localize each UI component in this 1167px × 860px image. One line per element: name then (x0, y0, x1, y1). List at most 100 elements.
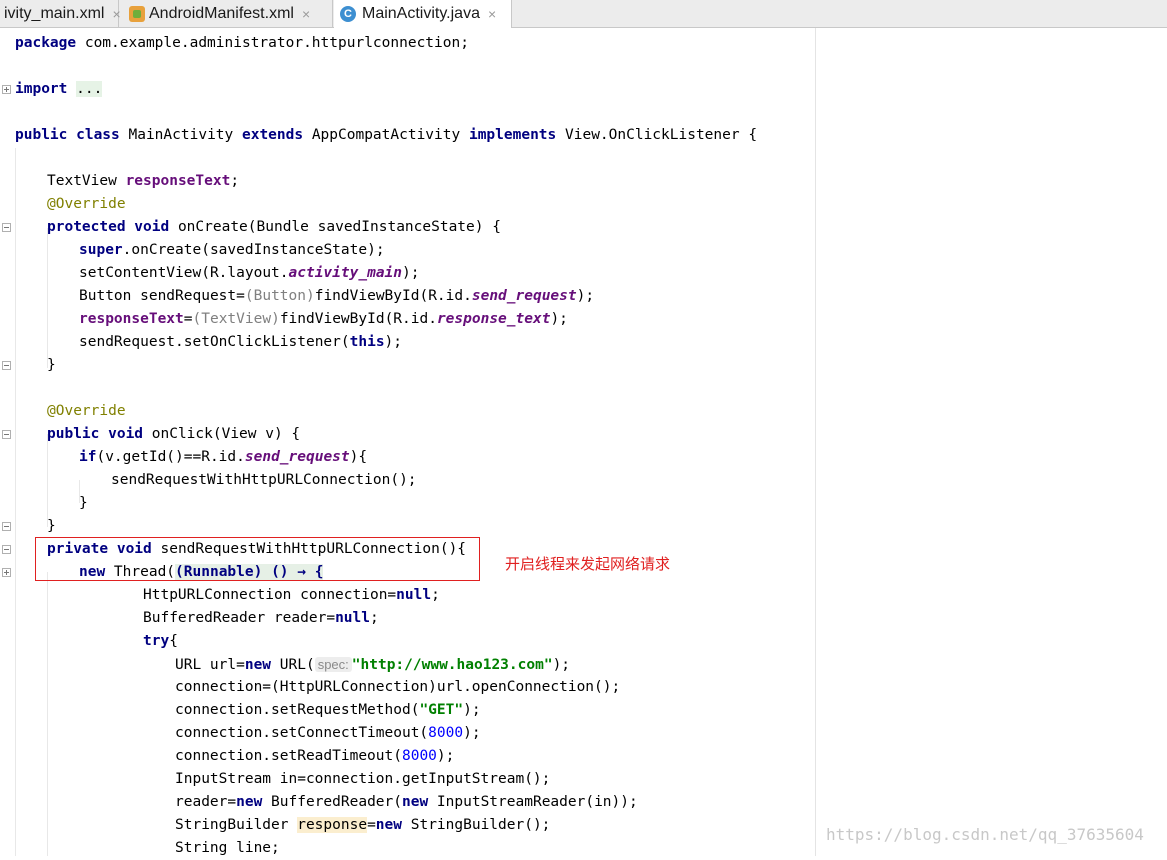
code-text: URL( (271, 657, 315, 673)
code-text: HttpURLConnection connection= (143, 587, 397, 603)
watermark: https://blog.csdn.net/qq_37635604 (826, 825, 1144, 844)
close-icon[interactable]: × (488, 6, 496, 22)
keyword: new (375, 817, 402, 833)
code-line-18: public void onClick(View v) { (47, 423, 300, 446)
indent-guide (47, 572, 48, 856)
keyword: public void (47, 426, 144, 442)
code-text: ); (550, 311, 568, 327)
code-line-28: URL url=new URL(spec: "http://www.hao123.… (175, 653, 570, 676)
code-line-33: InputStream in=connection.getInputStream… (175, 768, 550, 791)
code-text: reader= (175, 794, 237, 810)
code-text: BufferedReader( (262, 794, 402, 810)
code-text: connection.setConnectTimeout( (175, 725, 429, 741)
code-text: = (367, 817, 376, 833)
annotation: @Override (47, 196, 126, 212)
tab-activity-main-xml[interactable]: ivity_main.xml × (0, 0, 121, 27)
tab-android-manifest-xml[interactable]: AndroidManifest.xml × (123, 0, 333, 27)
static-field: send_request (244, 449, 350, 465)
annotation: @Override (47, 403, 126, 419)
fold-collapse-icon[interactable] (2, 430, 11, 439)
static-field: response_text (436, 311, 551, 327)
code-line-36: String line; (175, 837, 280, 860)
code-text: setContentView(R.layout. (79, 265, 289, 281)
code-text: connection.setRequestMethod( (175, 702, 420, 718)
code-text: findViewById(R.id. (279, 311, 437, 327)
fold-expand-icon[interactable] (2, 85, 11, 94)
editor-tab-bar: ivity_main.xml × AndroidManifest.xml × C… (0, 0, 1167, 28)
code-text: = (183, 311, 193, 327)
code-text: ; (431, 587, 440, 603)
code-text: onClick(View v) { (143, 426, 301, 442)
code-text: AppCompatActivity (303, 127, 469, 143)
code-text: } (47, 518, 56, 534)
code-text: InputStreamReader(in)); (428, 794, 638, 810)
fold-collapse-icon[interactable] (2, 223, 11, 232)
keyword: this (349, 334, 385, 350)
code-text: Button sendRequest= (79, 288, 245, 304)
code-text: connection=(HttpURLConnection)url.openCo… (175, 679, 621, 695)
code-text: ); (402, 265, 420, 281)
code-text: } (47, 357, 56, 373)
code-text: ); (384, 334, 403, 350)
code-text: sendRequestWithHttpURLConnection(); (111, 472, 417, 488)
code-line-7: TextView responseText; (47, 170, 239, 193)
code-line-20: sendRequestWithHttpURLConnection(); (111, 469, 417, 492)
code-text: StringBuilder (175, 817, 298, 833)
code-text: .onCreate(savedInstanceState); (122, 242, 385, 258)
fold-expand-icon[interactable] (2, 568, 11, 577)
code-text: ); (436, 748, 455, 764)
code-line-32: connection.setReadTimeout(8000); (175, 745, 454, 768)
code-text: String line; (175, 840, 280, 856)
code-line-26: BufferedReader reader=null; (143, 607, 379, 630)
close-icon[interactable]: × (112, 6, 120, 22)
tab-label: ivity_main.xml (4, 4, 105, 22)
tab-label: MainActivity.java (362, 5, 480, 22)
static-field: send_request (471, 288, 577, 304)
highlighted-variable: response (297, 817, 368, 833)
code-text: ){ (349, 449, 368, 465)
code-line-34: reader=new BufferedReader(new InputStrea… (175, 791, 638, 814)
code-text: MainActivity (119, 127, 242, 143)
redundant-cast: (Button) (244, 288, 315, 304)
close-icon[interactable]: × (302, 6, 310, 22)
fold-collapse-icon[interactable] (2, 522, 11, 531)
fold-gutter (0, 28, 14, 856)
code-line-29: connection=(HttpURLConnection)url.openCo… (175, 676, 620, 699)
code-line-30: connection.setRequestMethod("GET"); (175, 699, 481, 722)
code-line-8: @Override (47, 193, 126, 216)
field: responseText (79, 311, 184, 327)
code-line-14: sendRequest.setOnClickListener(this); (79, 331, 402, 354)
keyword: protected void (47, 219, 170, 235)
code-text: findViewById(R.id. (314, 288, 472, 304)
indent-guide (47, 434, 48, 527)
keyword: import (15, 81, 68, 97)
code-line-35: StringBuilder response=new StringBuilder… (175, 814, 550, 837)
fold-collapse-icon[interactable] (2, 545, 11, 554)
keyword: try (143, 633, 170, 649)
field: responseText (125, 173, 231, 189)
code-text: ; (369, 610, 379, 626)
string-literal: "GET" (419, 702, 464, 718)
xml-file-icon (129, 5, 145, 22)
code-text: ); (463, 702, 481, 718)
tab-main-activity-java[interactable]: C MainActivity.java × (334, 0, 512, 28)
code-text: onCreate(Bundle savedInstanceState) { (169, 219, 501, 235)
code-line-3: import ... (15, 78, 103, 101)
keyword: implements (468, 127, 557, 143)
code-text: } (79, 495, 88, 511)
code-line-27: try{ (143, 630, 178, 653)
keyword: new (236, 794, 263, 810)
string-literal: "http://www.hao123.com" (351, 657, 553, 673)
keyword: new (244, 657, 272, 673)
fold-collapse-icon[interactable] (2, 361, 11, 370)
code-editor[interactable]: package com.example.administrator.httpur… (0, 28, 1167, 856)
code-text: InputStream in=connection.getInputStream… (175, 771, 551, 787)
code-line-19: if(v.getId()==R.id.send_request){ (79, 446, 367, 469)
code-line-12: Button sendRequest=(Button)findViewById(… (79, 285, 594, 308)
folded-imports[interactable]: ... (76, 81, 103, 97)
code-text: ; (230, 173, 240, 189)
keyword: extends (241, 127, 304, 143)
code-line-1: package com.example.administrator.httpur… (15, 32, 469, 55)
code-text: BufferedReader reader= (143, 610, 336, 626)
keyword: super (79, 242, 123, 258)
